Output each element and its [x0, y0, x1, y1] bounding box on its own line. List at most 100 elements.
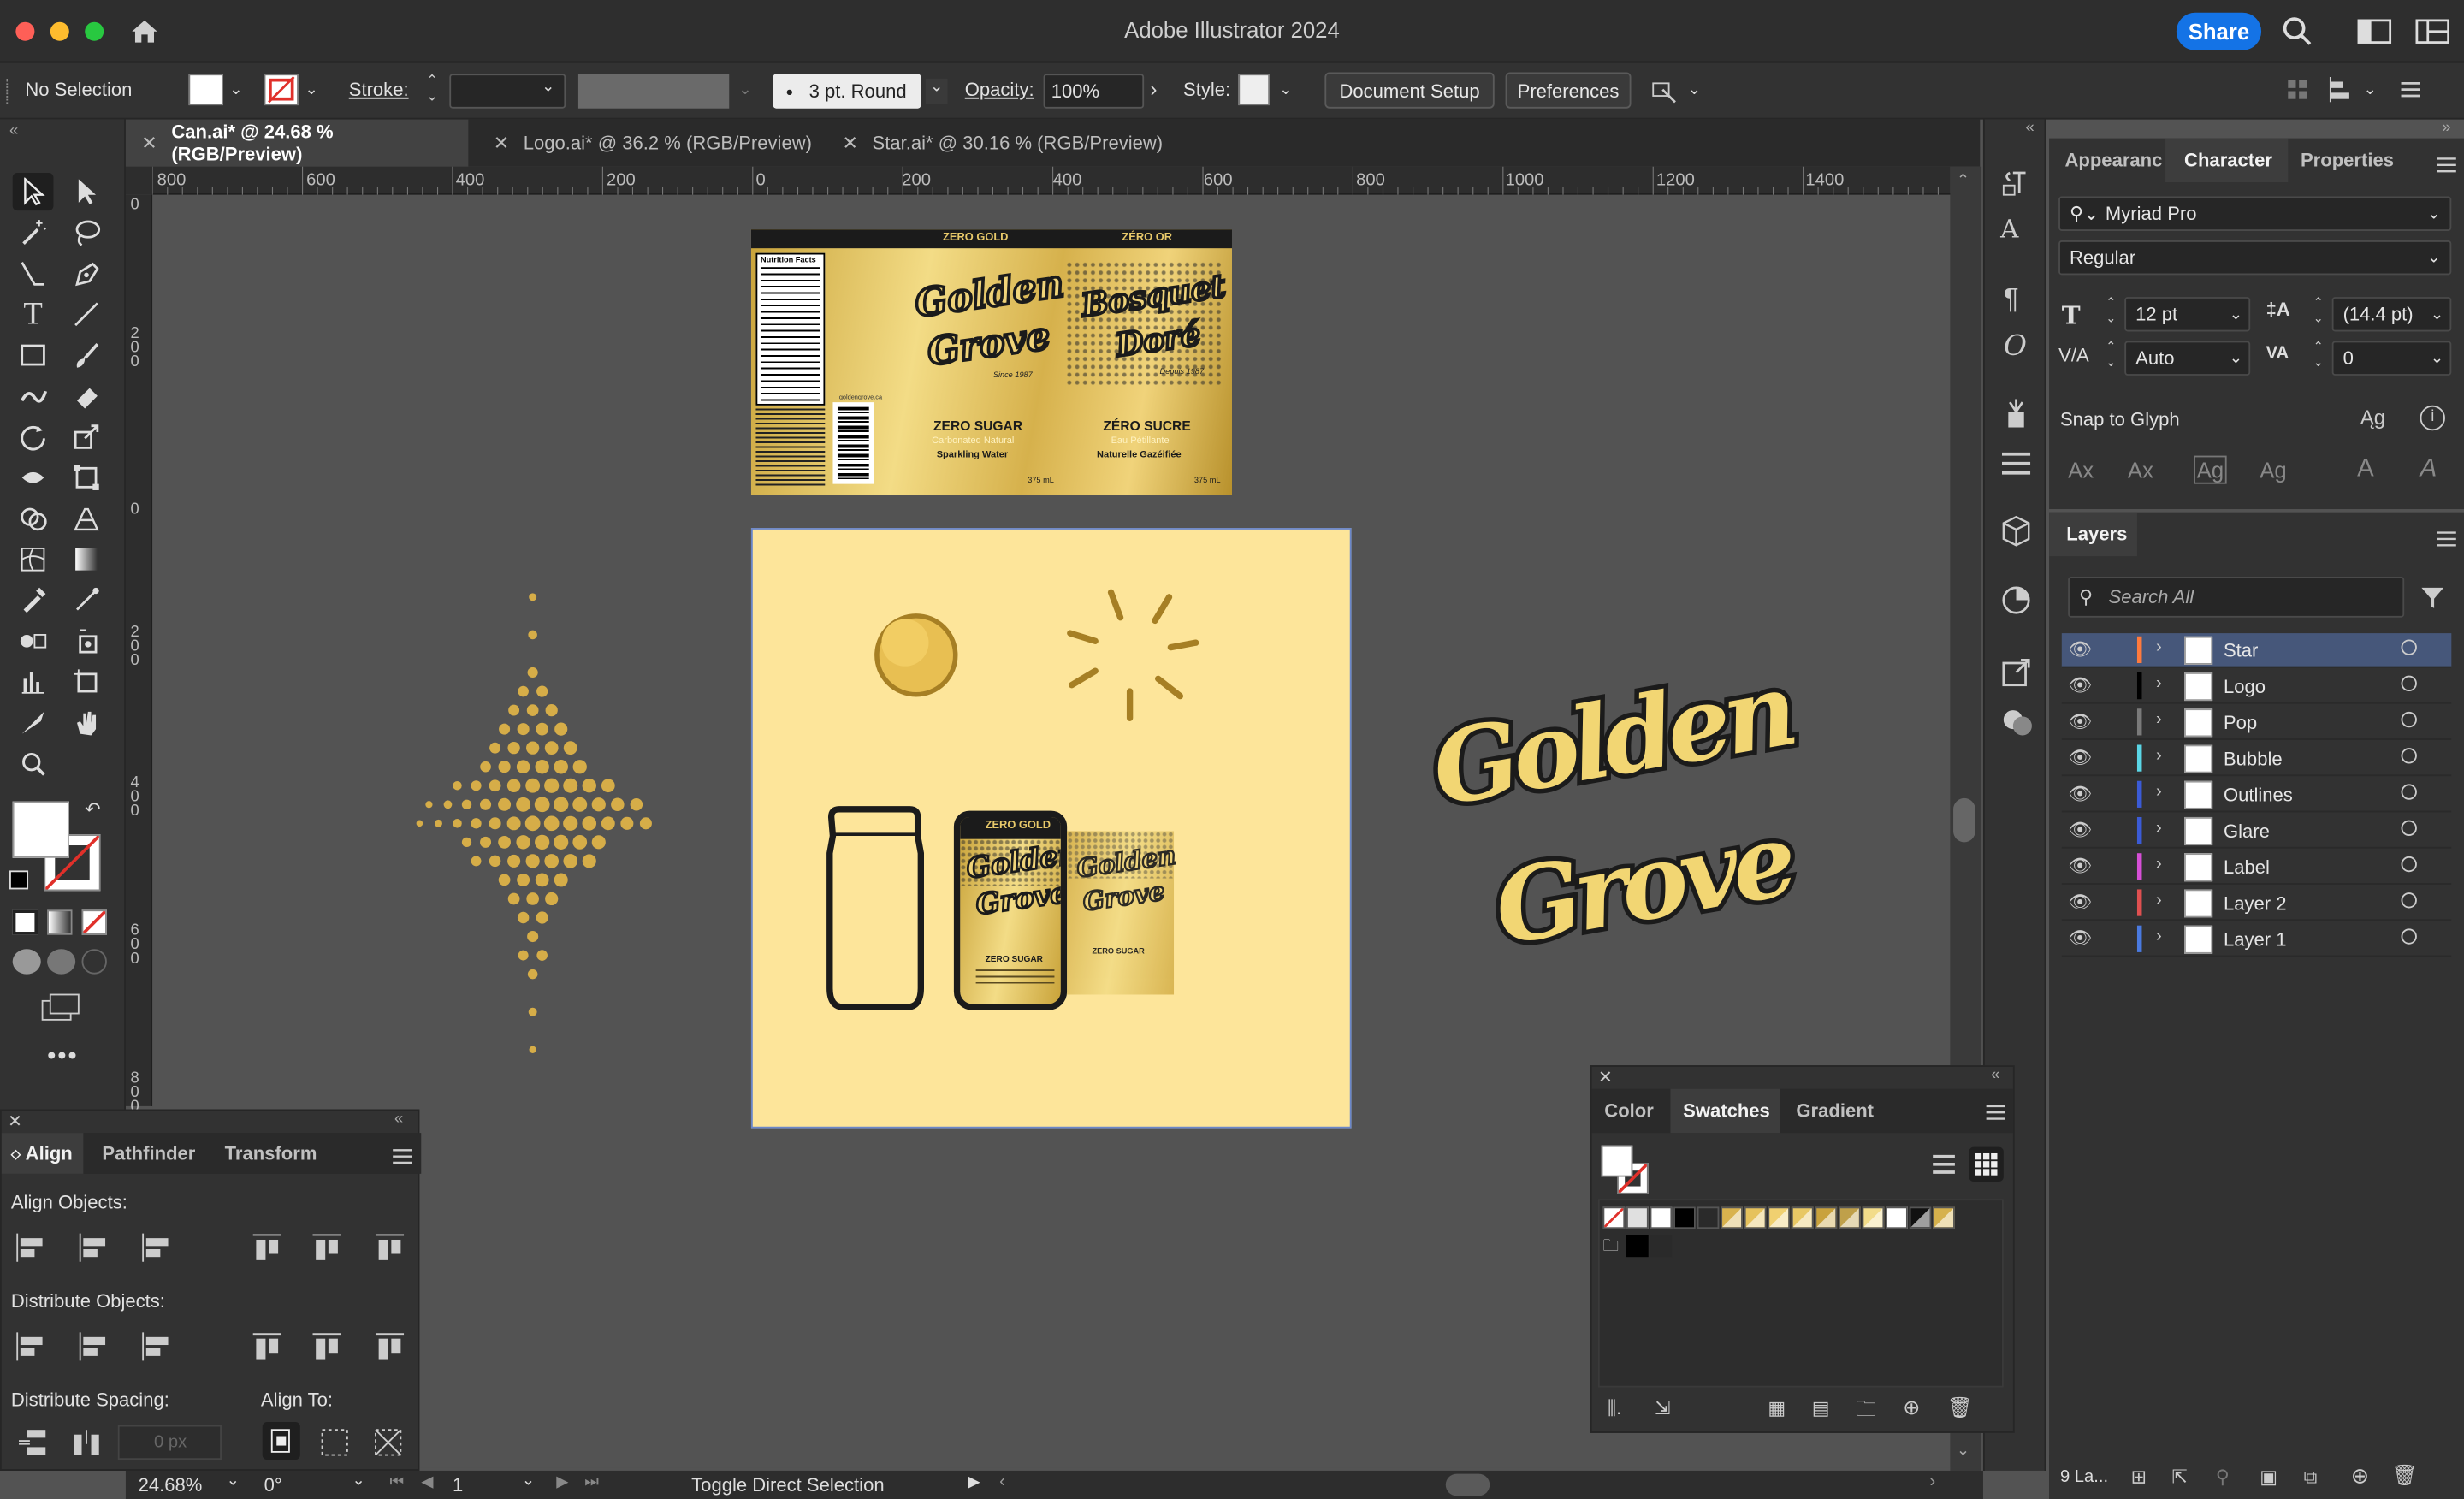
layer-row-bubble[interactable]: 👁 › Bubble [2061, 742, 2452, 777]
search-icon[interactable] [2282, 15, 2313, 55]
paragraph-styles-icon[interactable] [2000, 167, 2032, 206]
profile-dropdown-icon[interactable]: ⌄ [738, 81, 751, 98]
layer-row-outlines[interactable]: 👁 › Outlines [2061, 778, 2452, 813]
swatch-3[interactable] [1673, 1206, 1696, 1229]
distribute-objects-4-icon[interactable] [310, 1330, 344, 1364]
align-objects-2-icon[interactable] [139, 1230, 174, 1265]
align-objects-0-icon[interactable] [15, 1230, 49, 1265]
document-setup-button[interactable]: Document Setup [1324, 72, 1495, 109]
tab-character[interactable]: Character [2165, 138, 2289, 183]
shaper-tool-icon[interactable] [13, 377, 54, 415]
opacity-field[interactable]: 100% [1043, 74, 1145, 109]
expand-panels-icon[interactable]: « [2026, 120, 2035, 137]
tab-color[interactable]: Color [1604, 1089, 1654, 1133]
rotation-value[interactable]: 0° [264, 1474, 282, 1496]
close-tab-icon[interactable]: ✕ [141, 132, 157, 154]
swatch-5[interactable] [1721, 1206, 1743, 1229]
collapse-panel-icon[interactable]: « [394, 1111, 403, 1128]
halftone-star-artwork[interactable] [388, 572, 702, 1058]
brush-definition[interactable]: ● 3 pt. Round [773, 74, 921, 109]
snap-anchor-icon[interactable]: A [2420, 456, 2437, 484]
swatch-black[interactable] [1626, 1235, 1649, 1258]
tab-star[interactable]: ✕ Star.ai* @ 30.16 % (RGB/Preview) [826, 120, 1204, 167]
tab-gradient[interactable]: Gradient [1796, 1089, 1874, 1133]
direct-selection-tool-icon[interactable] [66, 173, 107, 210]
symbol-sprayer-tool-icon[interactable] [66, 622, 107, 660]
chevron-right-icon[interactable]: › [2156, 638, 2162, 657]
paragraph-icon[interactable]: ¶ [2004, 283, 2019, 317]
chevron-right-icon[interactable]: › [2156, 855, 2162, 874]
filter-icon[interactable] [2420, 584, 2445, 618]
tab-align[interactable]: ◇ Align [1, 1133, 84, 1174]
artboard-tool-icon[interactable] [66, 663, 107, 701]
opentype-icon[interactable]: O [2004, 330, 2027, 364]
leading-field[interactable]: (14.4 pt) ⌄ [2331, 297, 2452, 332]
stroke-dropdown-icon[interactable]: ⌄ [305, 81, 317, 98]
horizontal-scroll-thumb[interactable] [1445, 1473, 1490, 1496]
vertical-ruler[interactable]: 0 200 0 200 400 600 800 [125, 194, 153, 1115]
distribute-objects-0-icon[interactable] [15, 1330, 49, 1364]
swatch-1[interactable] [1626, 1206, 1649, 1229]
align-to-selection-icon[interactable] [319, 1427, 351, 1466]
default-colors-icon[interactable] [9, 870, 29, 890]
fill-color-front[interactable] [12, 801, 69, 858]
target-icon[interactable] [2401, 711, 2417, 728]
slice-tool-icon[interactable] [13, 704, 54, 742]
swap-colors-icon[interactable]: ↶ [85, 798, 100, 821]
selection-tool-icon[interactable] [12, 173, 54, 211]
curvature-tool-icon[interactable] [13, 255, 54, 293]
first-artboard-icon[interactable]: ⏮ [390, 1474, 405, 1491]
tab-layers[interactable]: Layers [2049, 512, 2137, 557]
target-icon[interactable] [2401, 675, 2417, 692]
column-graph-tool-icon[interactable] [13, 663, 54, 701]
distribute-icon[interactable] [2329, 76, 2354, 107]
swatch-9[interactable] [1815, 1206, 1838, 1229]
swatch-12[interactable] [1886, 1206, 1908, 1229]
rectangle-tool-icon[interactable] [13, 336, 54, 374]
perspective-grid-tool-icon[interactable] [66, 500, 107, 537]
eye-icon[interactable]: 👁 [2068, 927, 2092, 950]
rotation-dropdown-icon[interactable]: ⌄ [352, 1472, 364, 1490]
locate-object-icon[interactable]: ⚲ [2216, 1466, 2230, 1488]
brushes-icon[interactable] [2000, 396, 2032, 439]
swatch-10[interactable] [1838, 1206, 1861, 1229]
brush-dropdown-icon[interactable]: ⌄ [925, 78, 948, 104]
scrollbar-thumb[interactable] [1953, 797, 1975, 843]
distribute-objects-5-icon[interactable] [372, 1330, 406, 1364]
kerning-field[interactable]: Auto ⌄ [2124, 341, 2251, 376]
snap-proximity-icon[interactable]: Ag [2260, 457, 2286, 482]
width-tool-icon[interactable] [13, 459, 54, 496]
tracking-stepper[interactable]: ⌃ ⌄ [2313, 340, 2324, 371]
distribute-dropdown-icon[interactable]: ⌄ [2363, 81, 2376, 98]
swatch-8[interactable] [1791, 1206, 1814, 1229]
scroll-up-icon[interactable]: ⌃ [1957, 173, 1969, 190]
main-artboard[interactable]: ZERO GOLD Golden Grove ZERO SUGAR Golden… [750, 528, 1352, 1129]
eye-icon[interactable]: 👁 [2068, 783, 2092, 805]
fill-swatch[interactable] [188, 74, 223, 106]
stroke-stepper[interactable]: ⌃ ⌄ [421, 72, 443, 110]
gradient-mode-icon[interactable] [47, 909, 73, 935]
target-icon[interactable] [2401, 892, 2417, 909]
align-to-artboard-icon[interactable] [372, 1427, 404, 1466]
eye-icon[interactable]: 👁 [2068, 674, 2092, 696]
scale-tool-icon[interactable] [66, 418, 107, 456]
panel-menu-icon[interactable] [391, 1146, 413, 1174]
layer-row-glare[interactable]: 👁 › Glare [2061, 814, 2452, 849]
snap-xheight-icon[interactable]: Ax [2128, 457, 2153, 482]
swatch-4[interactable] [1697, 1206, 1720, 1229]
eye-icon[interactable]: 👁 [2068, 819, 2092, 841]
export-icon[interactable] [2000, 657, 2032, 696]
tab-appearance[interactable]: Appearance [2049, 139, 2162, 182]
new-sublayer-icon[interactable]: ⧉ [2304, 1466, 2318, 1490]
new-color-group-icon[interactable]: 🗀 [1856, 1395, 1876, 1430]
mesh-tool-icon[interactable] [13, 541, 54, 578]
opacity-label[interactable]: Opacity: [965, 79, 1034, 101]
eye-icon[interactable]: 👁 [2068, 855, 2092, 877]
info-icon[interactable]: i [2420, 405, 2445, 431]
transparency-icon[interactable] [2000, 707, 2035, 746]
edit-toolbar-icon[interactable]: ••• [47, 1043, 78, 1071]
close-tab-icon[interactable]: ✕ [842, 132, 857, 154]
zoom-dropdown-icon[interactable]: ⌄ [226, 1472, 239, 1490]
distribute-objects-3-icon[interactable] [250, 1330, 284, 1364]
chevron-right-icon[interactable]: › [2156, 710, 2162, 729]
